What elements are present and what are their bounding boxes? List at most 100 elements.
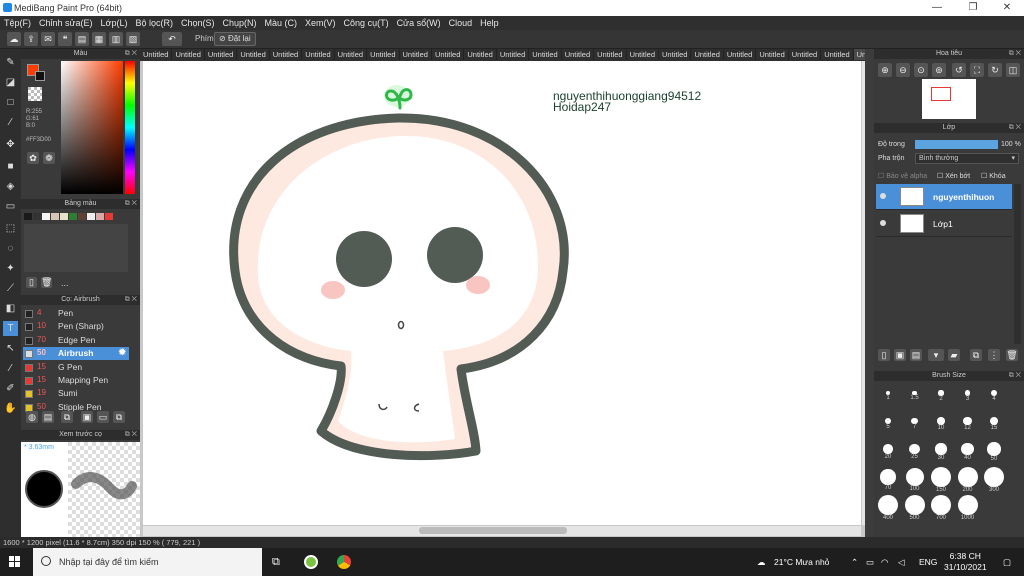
new-halftone-layer-icon[interactable]: ▣ xyxy=(894,349,906,361)
document-tab[interactable]: Untitled xyxy=(400,49,432,60)
wifi-icon[interactable]: ◠ xyxy=(881,548,888,576)
brush-size-option[interactable]: 70 xyxy=(875,467,901,491)
zoom-actual-icon[interactable]: ⊚ xyxy=(932,63,946,77)
protect-alpha-checkbox[interactable]: ☐ Bảo vệ alpha xyxy=(878,172,927,180)
rotate-left-icon[interactable]: ↺ xyxy=(952,63,966,77)
brush-size-option[interactable]: 50 xyxy=(981,439,1007,462)
close-button[interactable]: ✕ xyxy=(990,0,1024,16)
brush-folder2-icon[interactable]: ▭ xyxy=(97,411,109,423)
gradient-tool-icon[interactable]: ▭ xyxy=(3,199,18,214)
palette-swatch[interactable] xyxy=(87,213,95,220)
zoom-out-icon[interactable]: ⊖ xyxy=(896,63,910,77)
document-tab[interactable]: Untitled xyxy=(821,49,854,60)
brush-size-option[interactable]: 3 xyxy=(955,383,981,402)
eraser-tool-icon[interactable]: ◪ xyxy=(3,75,18,90)
menu-window[interactable]: Cửa sổ(W) xyxy=(393,16,445,30)
layer-row[interactable]: Lớp1 xyxy=(876,211,1012,237)
language-indicator[interactable]: ENG xyxy=(919,548,937,576)
transparent-color[interactable] xyxy=(28,87,42,101)
add-brush-icon[interactable]: ◍ xyxy=(26,411,38,423)
brush-size-option[interactable]: 1000 xyxy=(955,495,981,521)
canvas-area[interactable]: nguyenthihuonggiang94512 Hoidap247 xyxy=(140,61,865,537)
document-tab[interactable]: Untitled xyxy=(172,49,205,60)
windows-start-icon[interactable] xyxy=(9,556,21,568)
clip-checkbox[interactable]: ☐ Xén bớt xyxy=(937,172,970,180)
document-tab[interactable]: Untitled xyxy=(367,49,400,60)
grid-icon[interactable]: ▦ xyxy=(92,32,106,46)
panel-controls-icon[interactable]: ⧉ ✕ xyxy=(125,199,137,209)
background-color[interactable] xyxy=(35,71,45,81)
upload-icon[interactable]: ⇪ xyxy=(24,32,38,46)
horizontal-scrollbar[interactable] xyxy=(143,526,861,536)
clock[interactable]: 6:38 CH 31/10/2021 xyxy=(944,551,987,573)
document-tab[interactable]: Untitled xyxy=(205,49,238,60)
eyedropper-icon[interactable]: ✐ xyxy=(3,381,18,396)
brush-size-option[interactable]: 25 xyxy=(902,439,928,460)
menu-view[interactable]: Xem(V) xyxy=(301,16,340,30)
delete-layer-icon[interactable]: 🗑 xyxy=(1006,349,1018,361)
move-tool-icon[interactable]: ✥ xyxy=(3,137,18,152)
brush-size-option[interactable]: 100 xyxy=(902,467,928,492)
navigator-viewport[interactable] xyxy=(931,87,951,101)
undo-icon[interactable]: ↶ xyxy=(162,32,182,46)
maximize-button[interactable]: ❐ xyxy=(956,0,990,16)
reset-button[interactable]: ⊘ Đặt lại xyxy=(214,32,256,46)
palette-swatch[interactable] xyxy=(60,213,68,220)
menu-tools[interactable]: Công cụ(T) xyxy=(340,16,393,30)
brush-size-option[interactable]: 150 xyxy=(928,467,954,493)
eye-icon[interactable] xyxy=(880,193,886,199)
brush-tool-icon[interactable]: ✎ xyxy=(3,55,18,70)
document-tab[interactable]: Untitled xyxy=(432,49,465,60)
lock-checkbox[interactable]: ☐ Khóa xyxy=(981,172,1006,180)
document-tab[interactable]: Untitled xyxy=(302,49,335,60)
brush-folder-icon[interactable]: ▣ xyxy=(81,411,93,423)
panel-controls-icon[interactable]: ⧉ ✕ xyxy=(1009,123,1021,133)
blend-mode-select[interactable]: Bình thường ▾ xyxy=(915,153,1019,164)
brush-size-option[interactable]: 7 xyxy=(902,411,928,430)
brush-item[interactable]: 15 G Pen xyxy=(23,361,129,374)
brush-size-option[interactable]: 30 xyxy=(928,439,954,461)
comment-icon[interactable]: ✉ xyxy=(41,32,55,46)
weather-text[interactable]: 21°C Mưa nhỏ xyxy=(774,548,829,576)
magic-wand-icon[interactable]: ✦ xyxy=(3,261,18,276)
layer-scrollbar[interactable] xyxy=(1014,184,1021,344)
document-tab[interactable]: Untitled xyxy=(335,49,368,60)
eye-icon[interactable] xyxy=(880,220,886,226)
document-tab[interactable]: Untitled xyxy=(562,49,595,60)
text-tool-icon[interactable]: T xyxy=(3,321,18,336)
brush-item[interactable]: 10 Pen (Sharp) xyxy=(23,320,129,333)
dropper-tool-icon[interactable]: ⁄ xyxy=(3,361,18,376)
panel-controls-icon[interactable]: ⧉ ✕ xyxy=(1009,49,1021,59)
volume-icon[interactable]: ◁ xyxy=(898,548,905,576)
select-eraser-icon[interactable]: ◧ xyxy=(3,301,18,316)
zoom-fit-icon[interactable]: ⊙ xyxy=(914,63,928,77)
fit-window-icon[interactable]: ⛶ xyxy=(970,63,984,77)
brush-size-option[interactable]: 20 xyxy=(875,439,901,460)
network-icon[interactable]: ▭ xyxy=(866,548,874,576)
fill-tool-icon[interactable]: ◈ xyxy=(3,179,18,194)
new-8bit-layer-icon[interactable]: ▤ xyxy=(910,349,922,361)
brush-item[interactable]: 70 Edge Pen xyxy=(23,334,129,347)
vertical-scrollbar[interactable] xyxy=(862,61,865,525)
color-picker-icon[interactable]: ❁ xyxy=(43,152,55,164)
menu-layer[interactable]: Lớp(L) xyxy=(97,16,132,30)
cloud-icon[interactable]: ☁ xyxy=(7,32,21,46)
grid2-icon[interactable]: ▥ xyxy=(109,32,123,46)
layout-icon[interactable]: ▧ xyxy=(126,32,140,46)
menu-snap[interactable]: Chụp(N) xyxy=(219,16,261,30)
panel-controls-icon[interactable]: ⧉ ✕ xyxy=(125,430,137,440)
saturation-value-picker[interactable] xyxy=(61,61,123,194)
document-tab[interactable]: Untitled xyxy=(853,49,865,60)
menu-filter[interactable]: Bộ lọc(R) xyxy=(131,16,177,30)
shape-tool-icon[interactable]: ■ xyxy=(3,159,18,174)
palette-swatch[interactable] xyxy=(69,213,77,220)
brush-item[interactable]: 15 Mapping Pen xyxy=(23,374,129,387)
brush-copy-icon[interactable]: ⧉ xyxy=(61,411,73,423)
delete-palette-icon[interactable]: 🗑 xyxy=(41,277,52,288)
document-tab[interactable]: Untitled xyxy=(724,49,757,60)
hand-tool-icon[interactable]: ✋ xyxy=(3,401,18,416)
menu-edit[interactable]: Chỉnh sửa(E) xyxy=(35,16,97,30)
select-tool-icon[interactable]: ⬚ xyxy=(3,221,18,236)
brush-size-option[interactable]: 2 xyxy=(928,383,954,402)
document-tab[interactable]: Untitled xyxy=(140,49,173,60)
